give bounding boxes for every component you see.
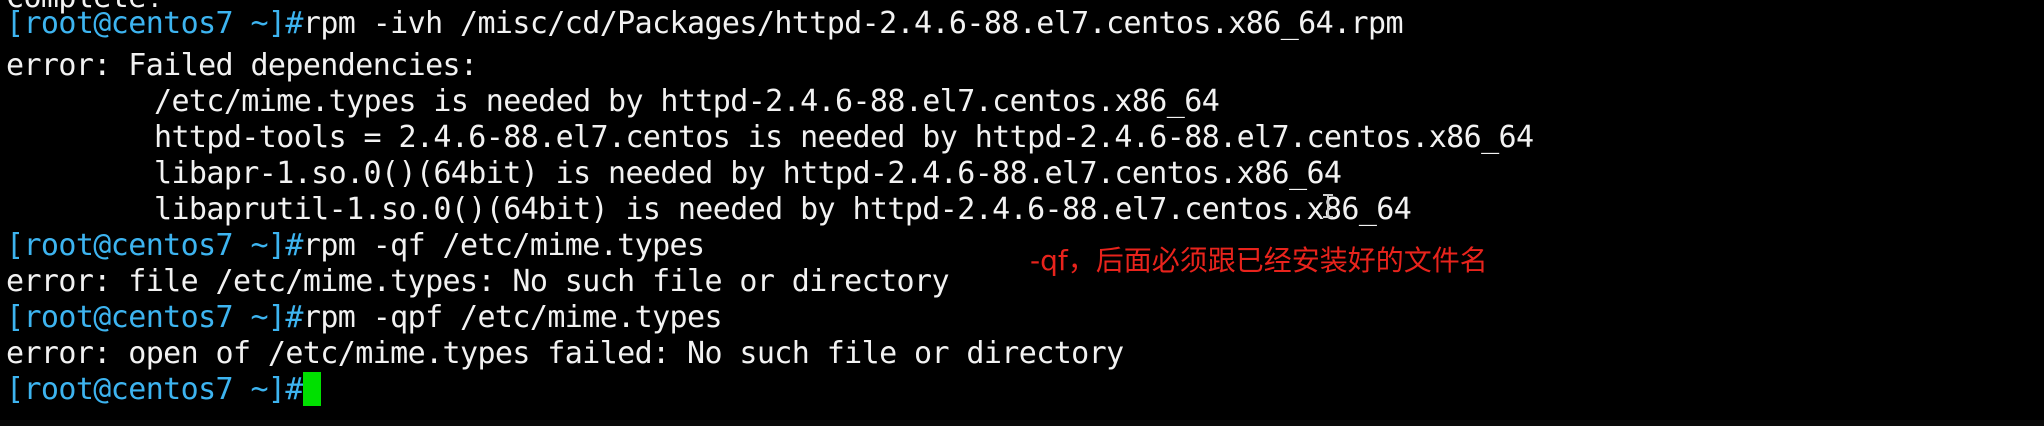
shell-prompt: [root@centos7 ~]# [6, 228, 303, 263]
shell-prompt: [root@centos7 ~]# [6, 300, 303, 335]
command-line-rpm-qf: [root@centos7 ~]#rpm -qf /etc/mime.types [6, 228, 705, 264]
window-bottom-edge [0, 420, 2044, 426]
terminal-window[interactable]: Complete! [root@centos7 ~]#rpm -ivh /mis… [0, 0, 2044, 426]
text-cursor-icon [1323, 194, 1333, 218]
dependency-line-libaprutil: libaprutil-1.so.0()(64bit) is needed by … [154, 192, 1412, 227]
error-no-such-file: error: file /etc/mime.types: No such fil… [6, 264, 950, 299]
error-open-failed: error: open of /etc/mime.types failed: N… [6, 336, 1124, 371]
dependency-line-mime-types: /etc/mime.types is needed by httpd-2.4.6… [154, 84, 1220, 119]
terminal-cursor [302, 371, 321, 406]
shell-prompt: [root@centos7 ~]# [6, 6, 303, 41]
red-annotation-note: -qf，后面必须跟已经安装好的文件名 [1030, 244, 1488, 277]
error-failed-dependencies: error: Failed dependencies: [6, 48, 478, 83]
command-line-rpm-qpf: [root@centos7 ~]#rpm -qpf /etc/mime.type… [6, 300, 723, 336]
dependency-line-httpd-tools: httpd-tools = 2.4.6-88.el7.centos is nee… [154, 120, 1534, 155]
shell-prompt: [root@centos7 ~]# [6, 372, 303, 407]
command-text: rpm -ivh /misc/cd/Packages/httpd-2.4.6-8… [302, 6, 1404, 41]
command-line-active[interactable]: [root@centos7 ~]# [6, 371, 321, 408]
command-text: rpm -qpf /etc/mime.types [302, 300, 723, 335]
command-line-rpm-ivh: [root@centos7 ~]#rpm -ivh /misc/cd/Packa… [6, 6, 1404, 42]
dependency-line-libapr: libapr-1.so.0()(64bit) is needed by http… [154, 156, 1342, 191]
command-text: rpm -qf /etc/mime.types [302, 228, 705, 263]
